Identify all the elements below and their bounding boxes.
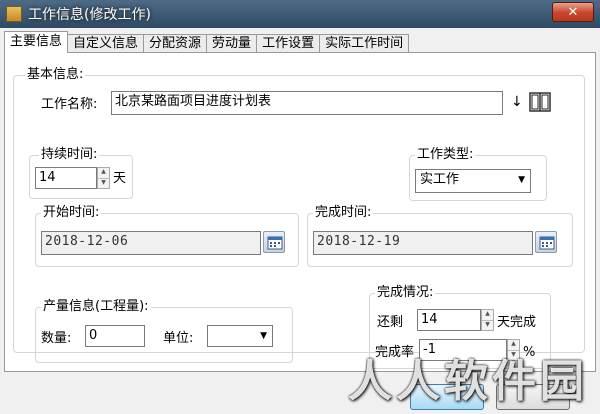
start-calendar-button[interactable] bbox=[263, 231, 285, 253]
app-icon bbox=[6, 6, 22, 22]
completion-rate-input[interactable]: -1 bbox=[419, 339, 507, 361]
duration-stepper[interactable]: ▲ ▼ bbox=[97, 167, 110, 189]
spin-up-icon[interactable]: ▲ bbox=[508, 340, 519, 350]
ok-button[interactable] bbox=[410, 384, 484, 410]
tab-assign-resources[interactable]: 分配资源 bbox=[143, 34, 208, 53]
completion-label: 完成情况: bbox=[375, 285, 436, 301]
tab-main-info[interactable]: 主要信息 bbox=[4, 31, 69, 53]
spin-up-icon[interactable]: ▲ bbox=[98, 168, 109, 178]
spin-down-icon[interactable]: ▼ bbox=[482, 320, 493, 330]
dialog-body: 主要信息 自定义信息 分配资源 劳动量 工作设置 实际工作时间 基本信息: 工作… bbox=[0, 28, 600, 414]
cancel-button[interactable] bbox=[496, 384, 570, 410]
finish-calendar-button[interactable] bbox=[535, 231, 557, 253]
quantity-label: 数量: bbox=[41, 331, 72, 346]
calendar-icon bbox=[267, 236, 283, 250]
spin-down-icon[interactable]: ▼ bbox=[98, 178, 109, 188]
remaining-days-input[interactable]: 14 bbox=[417, 309, 481, 331]
unit-label: 单位: bbox=[163, 331, 194, 346]
chevron-down-icon: ▼ bbox=[518, 175, 525, 185]
duration-label: 持续时间: bbox=[39, 147, 100, 163]
remaining-suffix: 天完成 bbox=[497, 315, 537, 330]
arrow-down-icon[interactable]: ↓ bbox=[511, 94, 523, 110]
dialog-footer bbox=[0, 382, 600, 414]
calendar-icon bbox=[539, 236, 555, 250]
output-info-label: 产量信息(工程量): bbox=[41, 299, 151, 315]
tab-panel-main: 基本信息: 工作名称: 北京某路面项目进度计划表 ↓ 持续时间: 14 ▲ ▼ … bbox=[4, 52, 596, 372]
task-type-label: 工作类型: bbox=[415, 147, 476, 163]
tab-labor[interactable]: 劳动量 bbox=[206, 34, 258, 53]
basic-info-label: 基本信息: bbox=[25, 67, 86, 83]
tab-work-settings[interactable]: 工作设置 bbox=[256, 34, 321, 53]
completion-rate-unit: % bbox=[523, 345, 536, 360]
spin-up-icon[interactable]: ▲ bbox=[482, 310, 493, 320]
tab-strip: 主要信息 自定义信息 分配资源 劳动量 工作设置 实际工作时间 bbox=[4, 31, 410, 53]
notes-icon[interactable] bbox=[529, 91, 551, 117]
quantity-input[interactable]: 0 bbox=[85, 325, 145, 347]
duration-unit: 天 bbox=[113, 171, 127, 186]
task-type-value: 实工作 bbox=[420, 172, 460, 187]
completion-rate-label: 完成率 bbox=[375, 345, 415, 360]
window-title: 工作信息(修改工作) bbox=[28, 7, 151, 23]
task-name-label: 工作名称: bbox=[41, 97, 98, 112]
remaining-prefix: 还剩 bbox=[377, 315, 404, 330]
spin-down-icon[interactable]: ▼ bbox=[508, 350, 519, 360]
finish-date-input[interactable]: 2018-12-19 bbox=[313, 231, 533, 255]
task-name-input[interactable]: 北京某路面项目进度计划表 bbox=[111, 91, 503, 115]
title-bar: 工作信息(修改工作) ✕ bbox=[0, 0, 600, 28]
start-time-label: 开始时间: bbox=[41, 205, 102, 221]
task-type-select[interactable]: 实工作 ▼ bbox=[415, 169, 531, 193]
tab-custom-info[interactable]: 自定义信息 bbox=[67, 34, 145, 53]
duration-input[interactable]: 14 bbox=[35, 167, 97, 189]
close-button[interactable]: ✕ bbox=[552, 2, 594, 22]
remaining-stepper[interactable]: ▲ ▼ bbox=[481, 309, 494, 331]
unit-select[interactable]: ▼ bbox=[207, 325, 273, 347]
chevron-down-icon: ▼ bbox=[260, 331, 267, 341]
completion-rate-stepper[interactable]: ▲ ▼ bbox=[507, 339, 520, 361]
finish-time-label: 完成时间: bbox=[313, 205, 374, 221]
tab-actual-time[interactable]: 实际工作时间 bbox=[319, 34, 410, 53]
start-date-input[interactable]: 2018-12-06 bbox=[41, 231, 261, 255]
